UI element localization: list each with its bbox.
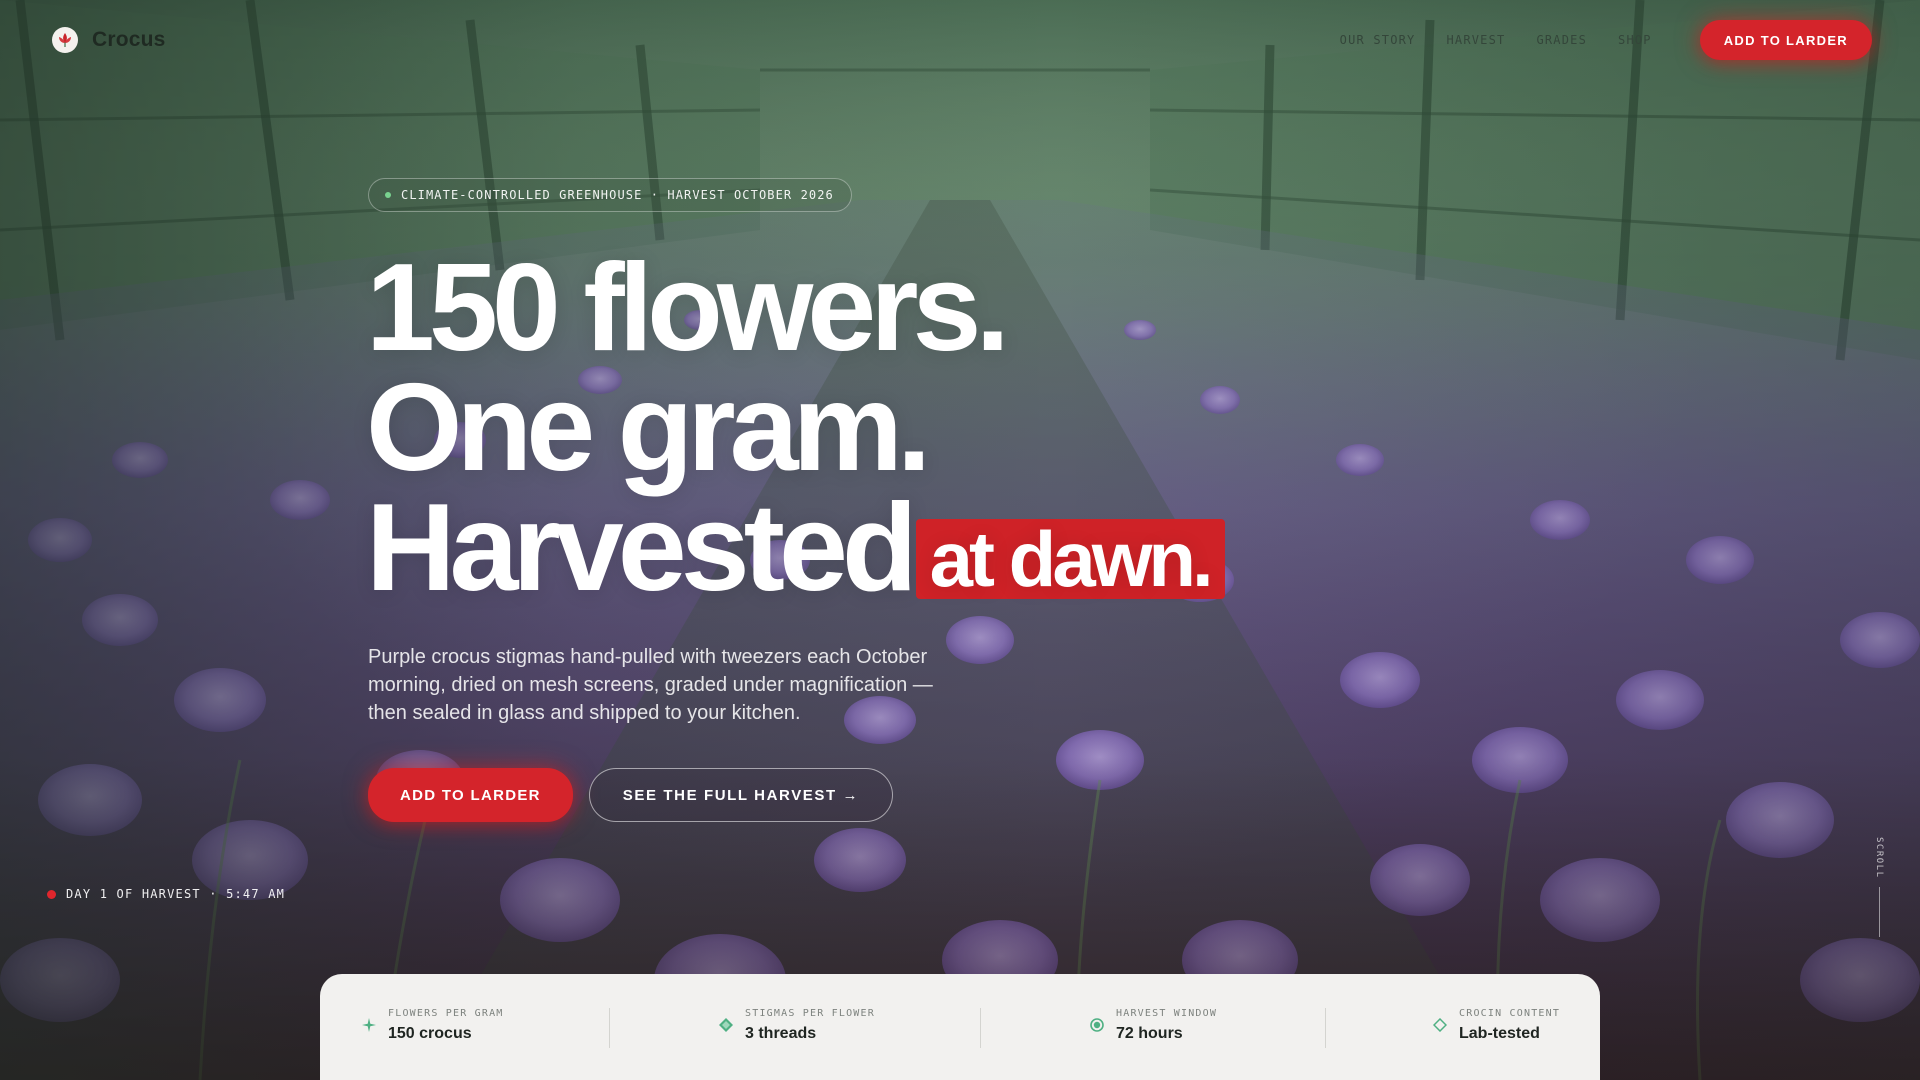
brand[interactable]: Crocus — [52, 27, 166, 53]
headline-line-2: One gram. — [366, 359, 931, 497]
stat-divider — [1325, 1008, 1326, 1048]
stat-label: FLOWERS PER GRAM — [388, 1008, 504, 1019]
stat-divider — [609, 1008, 610, 1048]
target-icon — [1090, 1018, 1104, 1032]
live-dot-icon — [385, 192, 391, 198]
see-full-harvest-button[interactable]: SEE THE FULL HARVEST → — [588, 768, 894, 822]
harvest-status-text: DAY 1 OF HARVEST · 5:47 AM — [66, 887, 286, 901]
scroll-indicator[interactable]: SCROLL — [1872, 837, 1886, 937]
hero-eyebrow-badge: CLIMATE-CONTROLLED GREENHOUSE · HARVEST … — [368, 178, 852, 212]
stat-value: 72 hours — [1116, 1025, 1183, 1042]
header-add-to-larder-button[interactable]: ADD TO LARDER — [1699, 20, 1872, 60]
stat-value: Lab-tested — [1459, 1025, 1540, 1042]
nav-grades[interactable]: GRADES — [1536, 33, 1587, 47]
stat-value: 150 crocus — [388, 1025, 472, 1042]
scroll-line — [1878, 886, 1880, 937]
main-nav: OUR STORY HARVEST GRADES SHOP — [1340, 33, 1652, 47]
eyebrow-text: CLIMATE-CONTROLLED GREENHOUSE · HARVEST … — [401, 188, 834, 202]
headline-line-3: Harvested at dawn. — [366, 486, 1225, 610]
site-header: Crocus OUR STORY HARVEST GRADES SHOP ADD… — [0, 0, 1920, 80]
stat-value: 3 threads — [745, 1025, 817, 1042]
stat-divider — [980, 1008, 981, 1048]
headline-line-1: 150 flowers. — [366, 239, 1010, 377]
nav-our-story[interactable]: OUR STORY — [1340, 33, 1416, 47]
stat-label: HARVEST WINDOW — [1116, 1008, 1218, 1019]
crocus-flower-icon — [52, 27, 78, 53]
nav-harvest[interactable]: HARVEST — [1446, 33, 1505, 47]
headline-accent-highlight: at dawn. — [915, 519, 1225, 599]
status-dot-icon — [47, 889, 56, 899]
hero-description: Purple crocus stigmas hand-pulled with t… — [368, 646, 933, 724]
hero-add-to-larder-button[interactable]: ADD TO LARDER — [368, 768, 573, 822]
diamond-filled-icon — [719, 1018, 733, 1032]
harvest-status: DAY 1 OF HARVEST · 5:47 AM — [47, 887, 285, 901]
scroll-label: SCROLL — [1874, 837, 1884, 879]
sparkle-icon — [362, 1018, 376, 1032]
stats-bar: FLOWERS PER GRAM 150 crocus STIGMAS PER … — [320, 974, 1600, 1080]
diamond-outline-icon — [1433, 1018, 1447, 1032]
stat-crocin-content: CROCIN CONTENT Lab-tested — [1433, 1008, 1560, 1043]
stat-label: CROCIN CONTENT — [1459, 1008, 1561, 1019]
stat-flowers-per-gram: FLOWERS PER GRAM 150 crocus — [362, 1008, 504, 1043]
stat-stigmas-per-flower: STIGMAS PER FLOWER 3 threads — [719, 1008, 875, 1043]
stat-harvest-window: HARVEST WINDOW 72 hours — [1090, 1008, 1217, 1043]
headline-harvested: Harvested — [366, 479, 918, 617]
hero-cta-group: ADD TO LARDER SEE THE FULL HARVEST → — [368, 768, 894, 822]
hero-headline: 150 flowers. One gram. Harvested at dawn. — [366, 239, 1225, 610]
stat-label: STIGMAS PER FLOWER — [745, 1008, 875, 1019]
brand-name: Crocus — [92, 28, 166, 51]
nav-shop[interactable]: SHOP — [1618, 33, 1652, 47]
